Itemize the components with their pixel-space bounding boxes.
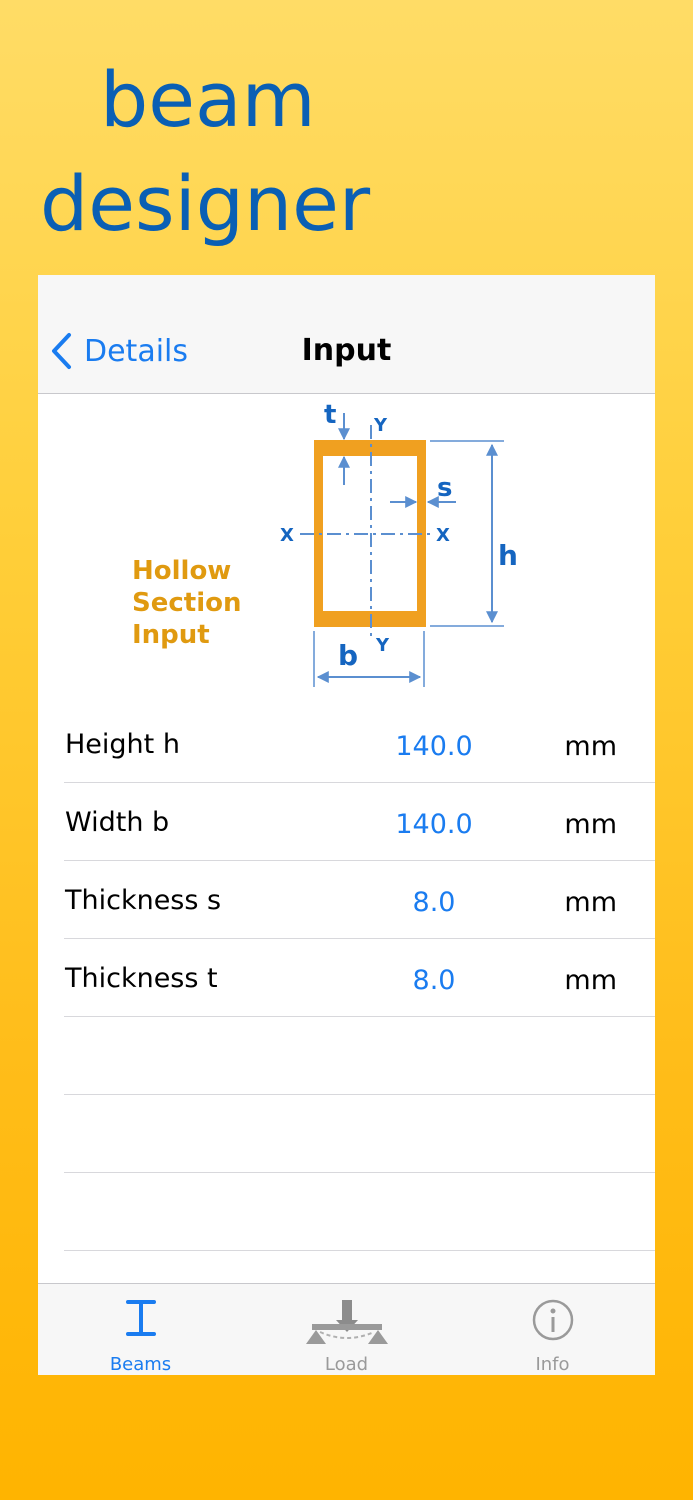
app-screen: Details Input t Y s X X h Y b Hollow Sec… [38,275,655,1375]
empty-row [64,1095,655,1173]
promo-title: beam designer [40,48,370,256]
input-table: Height h 140.0 mm Width b 140.0 mm Thick… [38,705,655,1251]
i-beam-icon [125,1300,156,1336]
tab-beams[interactable]: Beams [38,1284,243,1375]
empty-row [64,1017,655,1095]
input-label: Thickness t [65,963,218,994]
label-s: s [437,473,452,503]
page-title: Input [301,333,392,368]
section-drawing: t Y s X X h Y b [280,400,518,687]
label-h: h [498,539,518,572]
tab-label: Info [535,1354,570,1375]
label-y-bottom: Y [375,635,390,656]
unit-label: mm [564,887,617,918]
thickness-s-input[interactable]: 8.0 [344,887,524,918]
promo-title-line2: designer [40,159,371,248]
tab-bar: Beams Load Info [38,1283,655,1375]
promo-title-line1: beam [100,55,316,144]
input-row-thickness-s[interactable]: Thickness s 8.0 mm [64,861,655,939]
height-input[interactable]: 140.0 [344,731,524,762]
unit-label: mm [564,809,617,840]
input-label: Thickness s [65,885,222,916]
label-t: t [324,400,336,430]
section-label-line: Input [132,620,210,650]
info-icon [532,1299,573,1341]
width-input[interactable]: 140.0 [344,809,524,840]
input-row-width[interactable]: Width b 140.0 mm [64,783,655,861]
tab-info[interactable]: Info [450,1284,655,1375]
hollow-section-diagram: t Y s X X h Y b Hollow Section Input [38,395,655,695]
unit-label: mm [564,965,617,996]
label-x-left: X [280,525,294,546]
thickness-t-input[interactable]: 8.0 [344,965,524,996]
label-x-right: X [436,525,450,546]
tab-label: Load [324,1354,369,1375]
input-label: Height h [65,729,180,760]
navigation-bar: Details Input [38,275,655,394]
section-type-label: Hollow Section Input [132,555,241,651]
empty-row [64,1173,655,1251]
section-label-line: Hollow [132,556,232,586]
input-row-thickness-t[interactable]: Thickness t 8.0 mm [64,939,655,1017]
unit-label: mm [564,731,617,762]
section-label-line: Section [132,588,242,618]
label-y-top: Y [373,415,388,436]
label-b: b [338,639,358,672]
input-row-height[interactable]: Height h 140.0 mm [64,705,655,783]
input-label: Width b [65,807,170,838]
load-icon [305,1300,388,1344]
tab-label: Beams [109,1354,172,1375]
tab-load[interactable]: Load [244,1284,449,1375]
